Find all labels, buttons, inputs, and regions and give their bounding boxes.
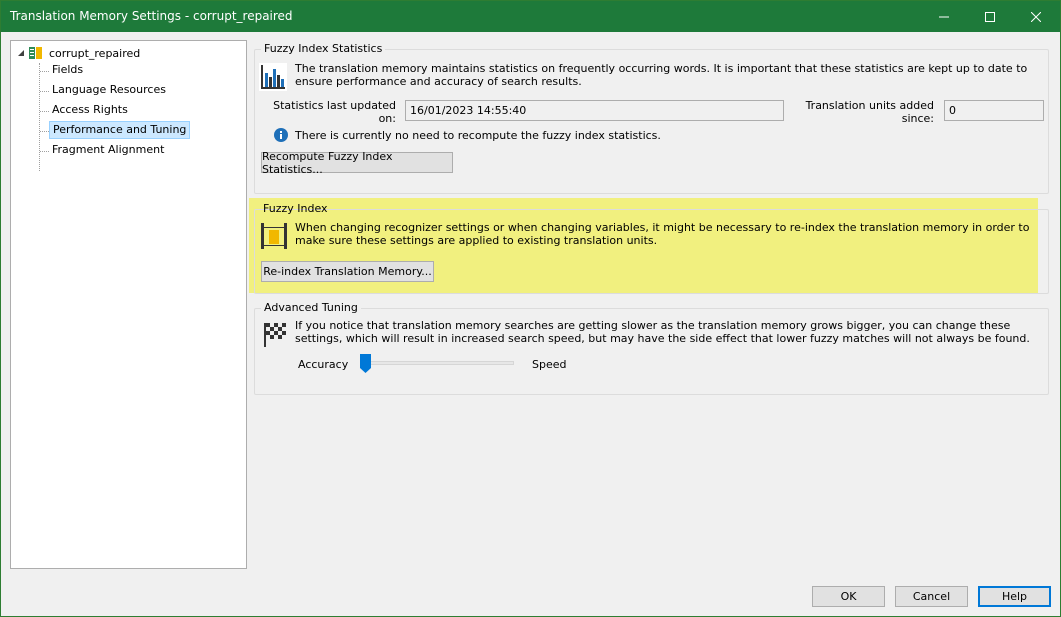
reindex-icon — [261, 223, 287, 249]
statistics-chart-icon — [259, 63, 287, 91]
tree-line — [39, 63, 40, 171]
tree-line — [40, 91, 49, 92]
tuning-slider-thumb[interactable] — [360, 354, 371, 373]
maximize-icon — [985, 11, 995, 22]
tree-line — [40, 151, 49, 152]
tree-root-label: corrupt_repaired — [49, 46, 141, 60]
statistics-description: The translation memory maintains statist… — [295, 62, 1028, 88]
tree-item-performance-and-tuning[interactable]: Performance and Tuning — [49, 121, 191, 139]
group-title: Advanced Tuning — [261, 301, 361, 314]
units-added-field[interactable]: 0 — [944, 100, 1044, 121]
close-icon — [1031, 11, 1041, 22]
info-icon — [274, 128, 288, 142]
settings-tree: corrupt_repaired Fields Language Resourc… — [10, 40, 247, 569]
speed-label: Speed — [532, 358, 567, 371]
translation-memory-icon — [29, 47, 42, 59]
tree-item-fragment-alignment[interactable]: Fragment Alignment — [49, 142, 167, 160]
fuzzy-index-title: Fuzzy Index — [263, 202, 328, 215]
ok-button[interactable]: OK — [812, 586, 885, 607]
last-updated-field[interactable]: 16/01/2023 14:55:40 — [405, 100, 784, 121]
tuning-slider-track[interactable] — [364, 361, 514, 365]
collapse-arrow-icon[interactable] — [17, 49, 25, 57]
tree-item-access-rights[interactable]: Access Rights — [49, 102, 131, 120]
minimize-icon — [939, 16, 949, 17]
fuzzy-index-description: When changing recognizer settings or whe… — [295, 221, 1030, 247]
tree-line — [40, 71, 49, 72]
info-text: There is currently no need to recompute … — [295, 129, 661, 142]
accuracy-label: Accuracy — [298, 358, 349, 371]
tree-line — [40, 111, 49, 112]
tree-item-language-resources[interactable]: Language Resources — [49, 82, 169, 100]
last-updated-label: Statistics last updated on: — [273, 99, 396, 125]
advanced-description: If you notice that translation memory se… — [295, 319, 1030, 345]
group-title: Fuzzy Index Statistics — [261, 42, 386, 55]
title-bar[interactable]: Translation Memory Settings - corrupt_re… — [1, 1, 1060, 32]
checkered-flag-icon — [264, 323, 286, 347]
window-title: Translation Memory Settings - corrupt_re… — [10, 9, 293, 23]
help-button[interactable]: Help — [978, 586, 1051, 607]
settings-window: Translation Memory Settings - corrupt_re… — [0, 0, 1061, 617]
cancel-button[interactable]: Cancel — [895, 586, 968, 607]
recompute-statistics-button[interactable]: Recompute Fuzzy Index Statistics... — [261, 150, 453, 176]
tree-root[interactable]: corrupt_repaired — [17, 44, 140, 62]
reindex-button[interactable]: Re-index Translation Memory... — [261, 261, 434, 282]
tree-line — [40, 131, 49, 132]
close-button[interactable] — [1013, 1, 1059, 32]
maximize-button[interactable] — [967, 1, 1013, 32]
tree-item-fields[interactable]: Fields — [49, 62, 86, 80]
minimize-button[interactable] — [921, 1, 967, 32]
units-added-label: Translation units added since: — [805, 99, 934, 125]
